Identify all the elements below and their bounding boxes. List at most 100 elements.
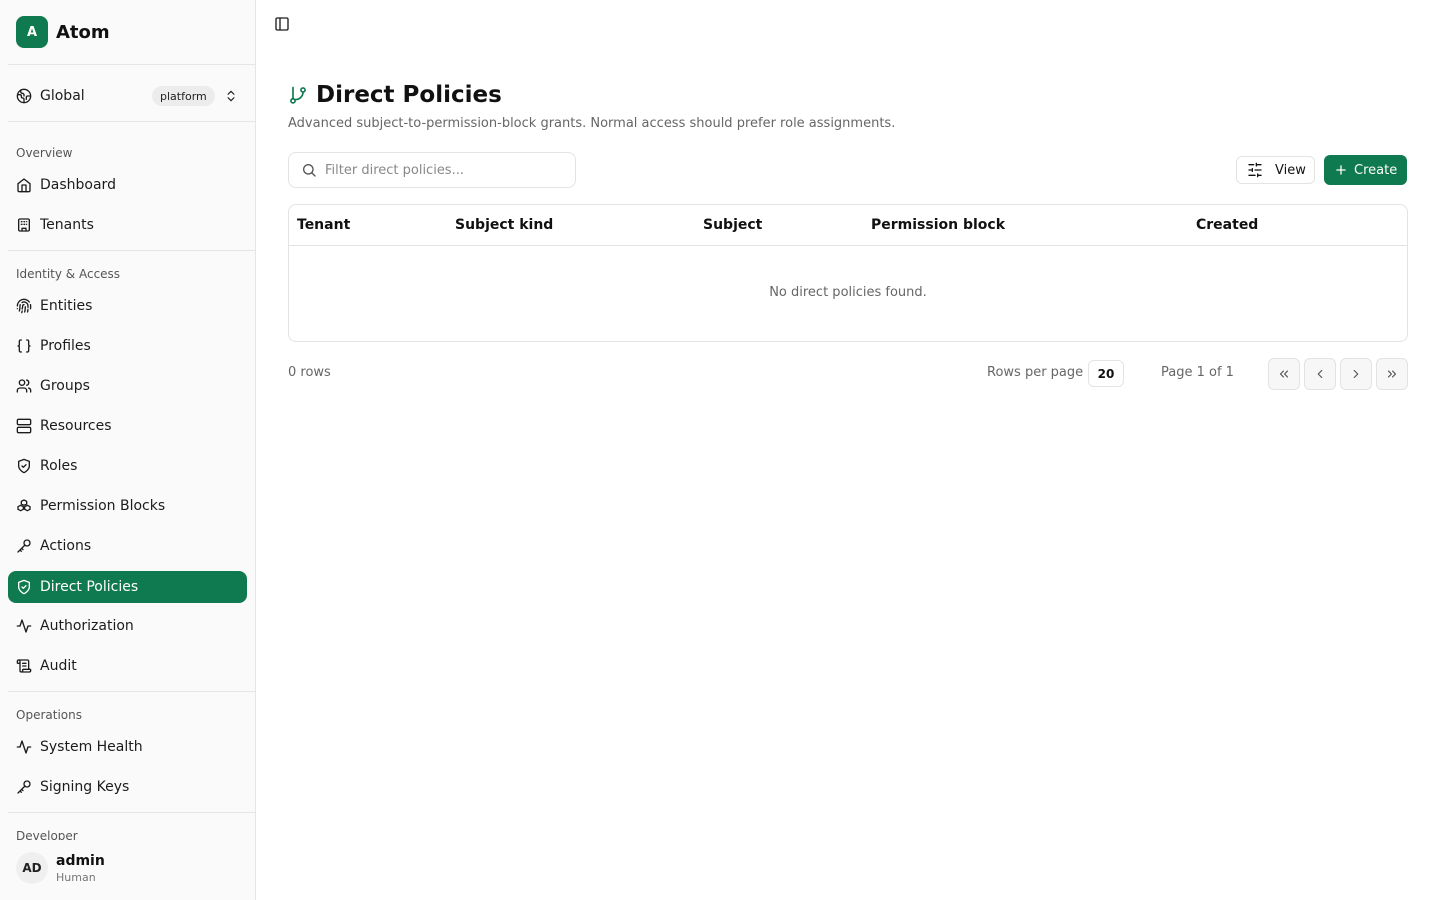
sidebar-item-profiles[interactable]: Profiles — [8, 330, 247, 362]
shield-check-icon — [16, 579, 32, 595]
next-page-button[interactable] — [1340, 358, 1372, 390]
user-name: admin — [56, 852, 105, 869]
sidebar-item-label: Entities — [40, 298, 93, 314]
sidebar-item-label: Groups — [40, 378, 90, 394]
sidebar-item-label: Tenants — [40, 217, 94, 233]
previous-page-button[interactable] — [1304, 358, 1336, 390]
user-meta: admin Human — [56, 853, 105, 884]
braces-icon — [16, 338, 32, 354]
sidebar-item-label: Permission Blocks — [40, 498, 166, 514]
home-icon — [16, 177, 32, 193]
divider — [8, 64, 255, 65]
table-header: Tenant Subject kind Subject Permission b… — [289, 205, 1407, 246]
chevrons-up-down-icon — [224, 88, 238, 104]
divider — [8, 121, 255, 122]
user-kind: Human — [56, 870, 96, 884]
create-button-label: Create — [1354, 162, 1398, 178]
column-header-created[interactable]: Created — [1196, 217, 1258, 233]
chevron-right-icon — [1349, 367, 1363, 381]
divider — [8, 691, 255, 692]
sidebar-item-tenants[interactable]: Tenants — [8, 209, 247, 241]
first-page-button[interactable] — [1268, 358, 1300, 390]
sidebar-item-dashboard[interactable]: Dashboard — [8, 169, 247, 201]
building-icon — [16, 217, 32, 233]
sidebar-item-authorization[interactable]: Authorization — [8, 610, 247, 642]
column-header-tenant[interactable]: Tenant — [297, 217, 350, 233]
sidebar-item-permission-blocks[interactable]: Permission Blocks — [8, 490, 247, 522]
chevrons-left-icon — [1277, 367, 1291, 381]
page-subtitle: Advanced subject-to-permission-block gra… — [288, 116, 896, 131]
sidebar-item-groups[interactable]: Groups — [8, 370, 247, 402]
rows-per-page-select[interactable]: 20 — [1088, 360, 1124, 387]
section-title-operations: Operations — [16, 708, 82, 722]
sidebar-item-label: Roles — [40, 458, 78, 474]
sidebar-item-system-health[interactable]: System Health — [8, 731, 247, 763]
key-icon — [16, 538, 32, 554]
chevron-left-icon — [1313, 367, 1327, 381]
sidebar-item-direct-policies[interactable]: Direct Policies — [8, 571, 247, 603]
sidebar-item-label: Profiles — [40, 338, 91, 354]
sidebar-item-audit[interactable]: Audit — [8, 650, 247, 682]
git-branch-icon — [288, 85, 308, 105]
boxes-icon — [16, 498, 32, 514]
view-button-label: View — [1275, 162, 1306, 178]
policies-table: Tenant Subject kind Subject Permission b… — [288, 204, 1408, 342]
rows-per-page-label: Rows per page — [987, 365, 1084, 380]
section-title-identity: Identity & Access — [16, 267, 121, 281]
globe-icon — [16, 88, 32, 104]
scope-label: Global — [40, 88, 85, 104]
create-button[interactable]: Create — [1324, 155, 1407, 185]
sidebar-item-label: Actions — [40, 538, 92, 554]
sliders-icon — [1247, 162, 1263, 178]
brand-name: Atom — [56, 21, 110, 43]
activity-icon — [16, 618, 32, 634]
sidebar-item-label: Audit — [40, 658, 77, 674]
scope-badge: platform — [152, 86, 215, 106]
plus-icon — [1334, 163, 1348, 177]
panel-left-icon — [274, 16, 290, 32]
brand[interactable]: A Atom — [16, 16, 110, 48]
scope-switcher[interactable]: Global platform — [8, 80, 247, 112]
sidebar-item-resources[interactable]: Resources — [8, 410, 247, 442]
users-icon — [16, 378, 32, 394]
sidebar-item-label: Resources — [40, 418, 112, 434]
page-info: Page 1 of 1 — [1161, 365, 1234, 380]
column-header-subject-kind[interactable]: Subject kind — [455, 217, 553, 233]
sidebar-item-entities[interactable]: Entities — [8, 290, 247, 322]
sidebar: A Atom Global platform Overview Dashboar… — [0, 0, 256, 900]
view-options-button[interactable]: View — [1236, 156, 1315, 184]
sidebar-item-signing-keys[interactable]: Signing Keys — [8, 771, 247, 803]
sidebar-item-label: Dashboard — [40, 177, 116, 193]
page-header: Direct Policies — [288, 82, 502, 108]
key-icon — [16, 779, 32, 795]
sidebar-item-label: Signing Keys — [40, 779, 130, 795]
row-count: 0 rows — [288, 365, 331, 380]
search-input[interactable] — [325, 162, 565, 178]
page-title: Direct Policies — [316, 82, 502, 108]
column-header-permission-block[interactable]: Permission block — [871, 217, 1005, 233]
user-menu[interactable]: AD admin Human — [8, 840, 247, 896]
filter-field[interactable] — [288, 152, 576, 188]
chevrons-right-icon — [1385, 367, 1399, 381]
empty-state: No direct policies found. — [769, 285, 927, 300]
app: A Atom Global platform Overview Dashboar… — [0, 0, 1440, 900]
shield-check-icon — [16, 458, 32, 474]
last-page-button[interactable] — [1376, 358, 1408, 390]
sidebar-item-label: System Health — [40, 739, 143, 755]
server-icon — [16, 418, 32, 434]
divider — [8, 812, 255, 813]
divider — [8, 250, 255, 251]
section-title-overview: Overview — [16, 146, 73, 160]
search-icon — [301, 162, 317, 178]
avatar: AD — [16, 852, 48, 884]
sidebar-item-roles[interactable]: Roles — [8, 450, 247, 482]
sidebar-item-actions[interactable]: Actions — [8, 530, 247, 562]
sidebar-toggle-button[interactable] — [272, 14, 292, 34]
fingerprint-icon — [16, 298, 32, 314]
brand-logo: A — [16, 16, 48, 48]
scroll-icon — [16, 658, 32, 674]
sidebar-item-label: Direct Policies — [40, 579, 139, 595]
sidebar-item-label: Authorization — [40, 618, 134, 634]
column-header-subject[interactable]: Subject — [703, 217, 762, 233]
activity-icon — [16, 739, 32, 755]
